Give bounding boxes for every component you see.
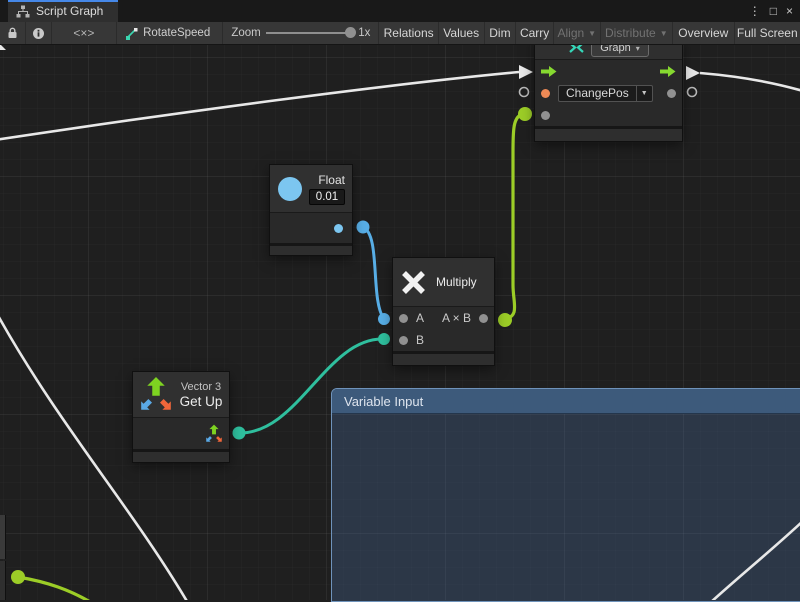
- node-title: Get Up: [180, 394, 223, 409]
- wire-endpoint: [233, 427, 246, 440]
- script-graph-icon: [16, 5, 30, 18]
- offscreen-node-fragment[interactable]: [0, 515, 5, 559]
- port-label-output: A × B: [442, 311, 471, 325]
- zoom-value: 1x: [358, 27, 370, 39]
- code-view-button[interactable]: <×>: [52, 22, 117, 44]
- node-footer: [393, 354, 494, 365]
- toggle-relations[interactable]: Relations: [379, 22, 439, 44]
- node-footer: [133, 452, 229, 462]
- chevron-down-icon: ▼: [660, 29, 668, 38]
- wire-endpoint: [378, 333, 390, 345]
- toolbar: <×> RotateSpeed Zoom 1x Relations Values…: [0, 22, 800, 45]
- lock-icon: [7, 27, 18, 39]
- value-input-port[interactable]: [541, 111, 550, 120]
- toggle-dim[interactable]: Dim: [485, 22, 517, 44]
- flow-arrowhead-out: [686, 66, 700, 80]
- value-input-port[interactable]: [541, 89, 550, 98]
- maximize-icon[interactable]: □: [770, 4, 777, 18]
- distribute-label: Distribute: [605, 26, 656, 40]
- float-icon: [278, 177, 302, 201]
- variable-dropdown-value: ChangePos: [558, 85, 636, 102]
- graph-breadcrumb[interactable]: RotateSpeed: [117, 22, 223, 44]
- tab-bar: Script Graph ⋮ □ ×: [0, 0, 800, 22]
- more-menu-icon[interactable]: ⋮: [749, 4, 761, 18]
- flow-input-port[interactable]: [541, 65, 557, 78]
- flow-output-port[interactable]: [660, 65, 676, 78]
- zoom-label: Zoom: [231, 27, 260, 39]
- window-chrome: Script Graph ⋮ □ × <×>: [0, 0, 800, 45]
- multiply-icon: [400, 269, 427, 296]
- graph-name: RotateSpeed: [143, 27, 210, 39]
- wire-endpoint: [357, 221, 370, 234]
- zoom-slider[interactable]: [266, 32, 353, 34]
- fullscreen-button[interactable]: Full Screen: [735, 22, 800, 44]
- node-footer: [535, 129, 682, 141]
- variable-dropdown[interactable]: ChangePos ▼: [558, 85, 653, 102]
- node-graph-unit[interactable]: Graph ▾ ChangePos ▼: [535, 37, 682, 141]
- align-dropdown[interactable]: Align ▼: [554, 22, 601, 44]
- value-output-port[interactable]: [667, 89, 676, 98]
- close-icon[interactable]: ×: [786, 4, 793, 18]
- wire-endpoint: [378, 313, 390, 325]
- wire-bottom-right[interactable]: [710, 521, 800, 600]
- wire-vector-to-multiply[interactable]: [239, 339, 382, 433]
- node-type-label: Vector 3: [181, 381, 221, 393]
- info-icon: [32, 27, 45, 40]
- port-socket: [688, 88, 697, 97]
- offscreen-node-fragment[interactable]: [0, 561, 5, 600]
- align-label: Align: [557, 26, 584, 40]
- port-label-b: B: [416, 333, 424, 347]
- graph-pointer-icon: [125, 27, 138, 40]
- zoom-slider-knob[interactable]: [345, 27, 356, 38]
- chevron-down-icon: ▼: [588, 29, 596, 38]
- flow-arrowhead-in: [519, 65, 533, 79]
- wire-endpoint: [498, 313, 512, 327]
- output-port[interactable]: [479, 314, 488, 323]
- node-float[interactable]: Float 0.01: [270, 165, 352, 255]
- window-controls: ⋮ □ ×: [749, 0, 800, 22]
- toggle-carry[interactable]: Carry: [516, 22, 554, 44]
- wire-endpoint: [11, 570, 25, 584]
- chevron-down-icon: ▼: [636, 85, 653, 102]
- wire-flow-out[interactable]: [700, 73, 800, 91]
- lock-button[interactable]: [0, 22, 26, 44]
- input-port-b[interactable]: [399, 336, 408, 345]
- distribute-dropdown[interactable]: Distribute ▼: [601, 22, 673, 44]
- node-footer: [270, 246, 352, 255]
- wire-float-to-multiply[interactable]: [363, 227, 384, 319]
- port-socket: [520, 88, 529, 97]
- input-port-a[interactable]: [399, 314, 408, 323]
- wire-multiply-to-graph[interactable]: [505, 114, 524, 319]
- code-icon: <×>: [73, 26, 94, 40]
- node-multiply[interactable]: Multiply A A × B B: [393, 258, 494, 365]
- node-title: Multiply: [436, 275, 477, 289]
- zoom-control: Zoom 1x: [223, 22, 379, 44]
- toggle-values[interactable]: Values: [439, 22, 485, 44]
- tab-title: Script Graph: [36, 4, 103, 18]
- tab-script-graph[interactable]: Script Graph: [8, 0, 118, 22]
- wire-bottom-left[interactable]: [18, 577, 92, 600]
- port-label-a: A: [416, 311, 424, 325]
- float-value-input[interactable]: 0.01: [309, 189, 345, 205]
- info-button[interactable]: [26, 22, 52, 44]
- node-title: Float: [318, 173, 345, 187]
- wire-endpoint: [518, 107, 532, 121]
- vector3-output-port[interactable]: [204, 423, 224, 445]
- wire-flow-in[interactable]: [0, 72, 519, 140]
- float-output-port[interactable]: [334, 224, 343, 233]
- overview-button[interactable]: Overview: [673, 22, 735, 44]
- vector3-icon: [137, 374, 175, 416]
- node-vector3-get-up[interactable]: Vector 3 Get Up: [133, 372, 229, 462]
